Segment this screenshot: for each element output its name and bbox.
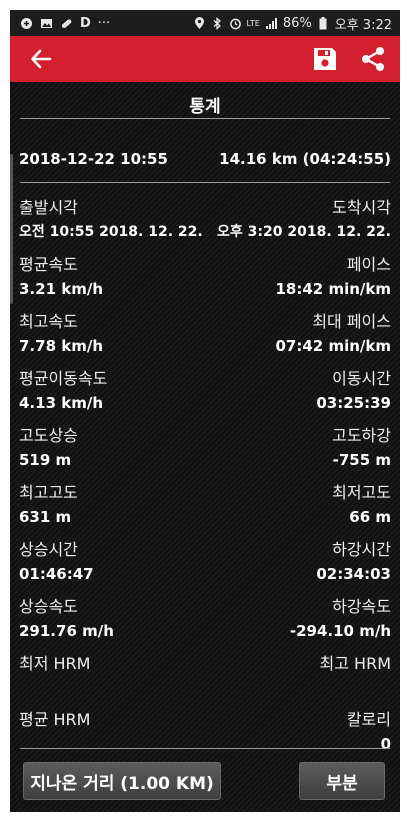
battery-percent: 86% xyxy=(282,15,312,31)
signal-icon xyxy=(265,17,278,30)
stat-value: 0 xyxy=(380,735,391,753)
summary-row: 2018-12-22 10:55 14.16 km (04:24:55) xyxy=(19,150,391,168)
app-icon xyxy=(20,17,33,30)
stat-label: 최저 HRM xyxy=(19,654,91,673)
alarm-icon xyxy=(229,17,242,30)
stat-label: 최고고도 xyxy=(19,483,78,502)
stat-value: 3.21 km/h xyxy=(19,280,103,298)
stat-label: 이동시간 xyxy=(332,369,391,388)
stat-row-moving: 평균이동속도 이동시간 4.13 km/h 03:25:39 xyxy=(19,368,391,414)
save-button[interactable] xyxy=(310,44,340,74)
app-bar xyxy=(10,36,400,82)
stat-value: 07:42 min/km xyxy=(275,337,391,355)
stat-label: 최대 페이스 xyxy=(312,312,391,331)
stat-label: 최고 HRM xyxy=(319,654,391,673)
stat-row-avg-speed: 평균속도 페이스 3.21 km/h 18:42 min/km xyxy=(19,254,391,300)
stat-row-start-end: 출발시각 도착시각 오전 10:55 2018. 12. 22. 오후 3:20 2… xyxy=(19,197,391,243)
back-arrow-icon xyxy=(31,49,52,69)
section-title: 통계 xyxy=(189,97,221,117)
stat-value: -755 m xyxy=(332,451,391,469)
stat-value: -294.10 m/h xyxy=(289,622,391,640)
status-right-icons: LTE 86% 오후 3:22 xyxy=(193,14,400,33)
stat-value: 66 m xyxy=(349,508,391,526)
stat-value: 519 m xyxy=(19,451,72,469)
lte-icon: LTE xyxy=(246,18,260,28)
gallery-icon xyxy=(40,17,53,30)
stat-value: 4.13 km/h xyxy=(19,394,103,412)
stat-value: 291.76 m/h xyxy=(19,622,114,640)
stat-value: 01:46:47 xyxy=(19,565,94,583)
status-left-icons: D ··· xyxy=(10,16,110,31)
d-icon: D xyxy=(80,15,91,31)
stat-row-max-speed: 최고속도 최대 페이스 7.78 km/h 07:42 min/km xyxy=(19,311,391,357)
stat-label: 하강시간 xyxy=(332,540,391,559)
more-dots-icon: ··· xyxy=(97,15,111,31)
stat-label: 평균이동속도 xyxy=(19,369,108,388)
stat-value: 18:42 min/km xyxy=(275,280,391,298)
share-button[interactable] xyxy=(358,44,388,74)
stat-label: 상승속도 xyxy=(19,597,78,616)
stat-label: 상승시간 xyxy=(19,540,78,559)
stat-label: 하강속도 xyxy=(332,597,391,616)
stat-value: 오후 3:20 2018. 12. 22. xyxy=(217,224,391,240)
title-divider xyxy=(20,118,390,119)
stat-label: 고도하강 xyxy=(332,426,391,445)
share-icon xyxy=(362,47,384,71)
status-bar: D ··· LTE 86% 오후 3:22 xyxy=(10,10,400,36)
summary-divider xyxy=(20,182,390,183)
stat-row-altitude: 최고고도 최저고도 631 m 66 m xyxy=(19,482,391,528)
bottom-divider xyxy=(20,748,390,749)
stat-label: 최저고도 xyxy=(332,483,391,502)
back-button[interactable] xyxy=(18,36,64,82)
stats-content: 통계 2018-12-22 10:55 14.16 km (04:24:55) … xyxy=(10,82,400,812)
summary-date-time: 2018-12-22 10:55 xyxy=(19,150,168,168)
stat-value: 오전 10:55 2018. 12. 22. xyxy=(19,224,203,240)
stat-row-climb-time: 상승시간 하강시간 01:46:47 02:34:03 xyxy=(19,539,391,585)
pill-icon xyxy=(60,17,73,30)
scroll-indicator xyxy=(10,154,13,304)
stat-value: 631 m xyxy=(19,508,72,526)
stat-label: 칼로리 xyxy=(346,710,391,729)
stat-label: 평균속도 xyxy=(19,255,78,274)
part-button[interactable]: 부분 xyxy=(299,762,385,800)
stat-label: 페이스 xyxy=(346,255,391,274)
phone-screen: D ··· LTE 86% 오후 3:22 통계 2018-12-22 10:5… xyxy=(10,10,400,812)
bluetooth-icon xyxy=(211,16,224,30)
stat-label: 최고속도 xyxy=(19,312,78,331)
battery-icon xyxy=(317,16,330,30)
stat-label: 평균 HRM xyxy=(19,710,91,729)
stat-label: 고도상승 xyxy=(19,426,78,445)
status-time: 오후 3:22 xyxy=(334,17,392,33)
save-icon xyxy=(314,48,336,70)
stat-label: 도착시각 xyxy=(332,198,391,217)
stat-value: 02:34:03 xyxy=(316,565,391,583)
summary-distance-duration: 14.16 km (04:24:55) xyxy=(219,150,391,168)
stat-row-hrm: 최저 HRM 최고 HRM xyxy=(19,653,391,699)
distance-interval-button[interactable]: 지나온 거리 (1.00 KM) xyxy=(23,762,221,800)
stat-row-climb-speed: 상승속도 하강속도 291.76 m/h -294.10 m/h xyxy=(19,596,391,642)
location-icon xyxy=(193,16,206,30)
stat-label: 출발시각 xyxy=(19,198,78,217)
stat-value: 03:25:39 xyxy=(316,394,391,412)
stat-row-elevation-change: 고도상승 고도하강 519 m -755 m xyxy=(19,425,391,471)
stat-value: 7.78 km/h xyxy=(19,337,103,355)
